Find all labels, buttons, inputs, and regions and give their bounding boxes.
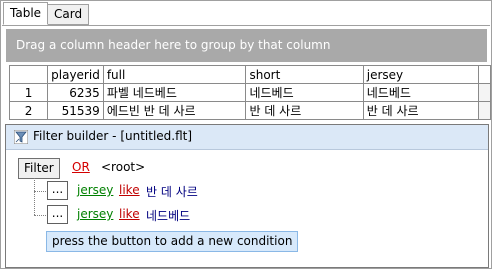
condition-value[interactable]: 네드베드 xyxy=(146,207,190,224)
filter-builder-title: Filter builder - [untitled.flt] xyxy=(33,129,193,143)
row-filler-cell xyxy=(478,101,491,120)
header-indicator-cell xyxy=(8,65,49,84)
filter-funnel-icon xyxy=(14,130,28,144)
cell-jersey[interactable]: 네드베드 xyxy=(362,83,480,102)
add-condition-button[interactable]: press the button to add a new condition xyxy=(46,231,299,252)
cell-full[interactable]: 파벨 네드베드 xyxy=(102,83,247,102)
cell-short[interactable]: 네드베드 xyxy=(245,83,364,102)
cell-full[interactable]: 에드빈 반 데 사르 xyxy=(102,101,247,120)
condition-field-link[interactable]: jersey xyxy=(77,183,113,197)
tree-connector-branch xyxy=(34,191,46,192)
condition-value[interactable]: 반 데 사르 xyxy=(146,183,198,200)
condition-menu-button[interactable]: ... xyxy=(47,181,68,200)
tab-table[interactable]: Table xyxy=(3,2,49,25)
column-header-full[interactable]: full xyxy=(102,65,247,84)
condition-menu-button[interactable]: ... xyxy=(47,205,68,224)
root-label: <root> xyxy=(101,160,146,174)
tree-connector-vertical xyxy=(34,178,35,215)
cell-playerid[interactable]: 51539 xyxy=(47,101,104,120)
group-by-panel[interactable]: Drag a column header here to group by th… xyxy=(6,29,487,62)
table-row[interactable]: 2 51539 에드빈 반 데 사르 반 데 사르 반 데 사르 xyxy=(8,101,491,120)
row-number-cell[interactable]: 1 xyxy=(8,83,49,102)
column-header-playerid[interactable]: playerid xyxy=(47,65,104,84)
row-filler-cell xyxy=(478,83,491,102)
column-header-jersey[interactable]: jersey xyxy=(362,65,480,84)
condition-operator-link[interactable]: like xyxy=(119,183,140,197)
filter-builder-window: Filter builder - [untitled.flt] Filter O… xyxy=(5,124,489,268)
main-window: Table Card Drag a column header here to … xyxy=(0,0,492,269)
table-row[interactable]: 1 6235 파벨 네드베드 네드베드 네드베드 xyxy=(8,83,491,102)
column-header-short[interactable]: short xyxy=(245,65,364,84)
filter-root-button[interactable]: Filter xyxy=(18,158,60,179)
tab-divider xyxy=(2,25,490,26)
condition-operator-link[interactable]: like xyxy=(119,207,140,221)
tab-card[interactable]: Card xyxy=(47,4,90,25)
header-filler-cell xyxy=(478,65,491,84)
row-number-cell[interactable]: 2 xyxy=(8,101,49,120)
tree-connector-branch xyxy=(34,215,46,216)
filter-builder-title-bar[interactable]: Filter builder - [untitled.flt] xyxy=(6,125,488,150)
view-tabs: Table Card xyxy=(3,2,90,25)
grid-header-row: playerid full short jersey xyxy=(8,65,491,84)
cell-short[interactable]: 반 데 사르 xyxy=(245,101,364,120)
data-grid: playerid full short jersey 1 6235 파벨 네드베… xyxy=(8,65,491,120)
cell-jersey[interactable]: 반 데 사르 xyxy=(362,101,480,120)
root-operator-link[interactable]: OR xyxy=(72,160,90,174)
condition-field-link[interactable]: jersey xyxy=(77,207,113,221)
cell-playerid[interactable]: 6235 xyxy=(47,83,104,102)
